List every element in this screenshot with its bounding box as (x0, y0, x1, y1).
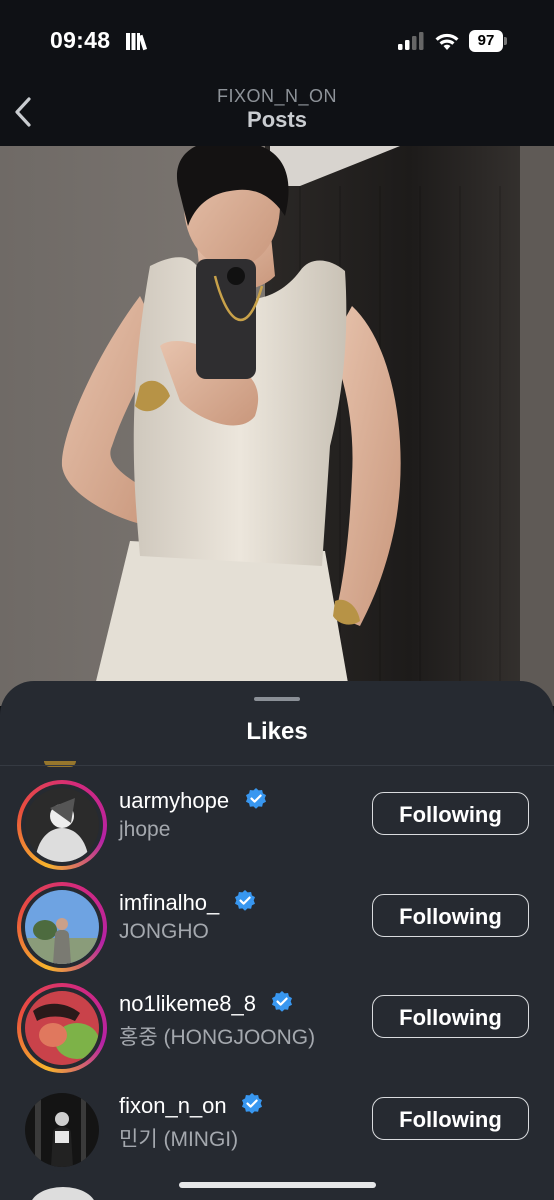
screen: 09:48 97 FIXON_N_ON Posts Likes uarmyhop… (0, 0, 554, 1200)
list-item[interactable]: uarmyhope jhope Following (0, 773, 554, 873)
username[interactable]: imfinalho_ (119, 890, 219, 916)
following-button[interactable]: Following (372, 894, 529, 937)
full-name: 홍중 (HONGJOONG) (119, 1026, 316, 1049)
full-name: JONGHO (119, 920, 209, 943)
full-name: 민기 (MINGI) (119, 1128, 239, 1151)
avatar[interactable] (25, 991, 99, 1065)
full-name: jhope (119, 818, 171, 841)
verified-badge-icon (242, 1093, 262, 1114)
chevron-left-icon[interactable] (8, 92, 38, 132)
following-button[interactable]: Following (372, 995, 529, 1038)
list-item[interactable]: fixon_n_on 민기 (MINGI) Following (0, 1078, 554, 1178)
header: FIXON_N_ON Posts (0, 80, 554, 146)
avatar[interactable] (25, 788, 99, 862)
story-ring (17, 882, 107, 972)
drag-handle[interactable] (254, 697, 300, 701)
username[interactable]: uarmyhope (119, 788, 229, 814)
story-ring (17, 983, 107, 1073)
username[interactable]: no1likeme8_8 (119, 991, 256, 1017)
verified-badge-icon (272, 991, 292, 1012)
post-photo-image (0, 146, 554, 706)
verified-badge-icon (235, 890, 255, 911)
wifi-icon (435, 33, 459, 50)
battery-level: 97 (469, 30, 503, 52)
status-time: 09:48 (50, 27, 111, 53)
list-item[interactable]: imfinalho_ JONGHO Following (0, 875, 554, 975)
avatar[interactable] (25, 890, 99, 964)
following-button[interactable]: Following (372, 1097, 529, 1140)
scrolled-avatar-edge (44, 761, 76, 767)
sheet-title: Likes (246, 718, 308, 745)
sheet-divider (0, 765, 554, 766)
status-bar: 09:48 97 (0, 0, 554, 80)
following-button[interactable]: Following (372, 792, 529, 835)
username[interactable]: fixon_n_on (119, 1093, 227, 1119)
avatar[interactable] (25, 1093, 99, 1167)
battery-cap (504, 37, 507, 45)
books-icon (126, 33, 148, 51)
battery-icon: 97 (469, 30, 507, 52)
signal-icon (398, 32, 424, 50)
list-item[interactable]: no1likeme8_8 홍중 (HONGJOONG) Following (0, 976, 554, 1076)
post-photo[interactable] (0, 146, 554, 706)
home-indicator[interactable] (179, 1182, 376, 1188)
story-ring (17, 780, 107, 870)
page-title: Posts (247, 107, 307, 132)
avatar-frame (17, 1085, 107, 1175)
header-username: FIXON_N_ON (216, 86, 338, 106)
likes-sheet: Likes uarmyhope jhope Following imfinalh… (0, 681, 554, 1200)
verified-badge-icon (246, 788, 266, 809)
